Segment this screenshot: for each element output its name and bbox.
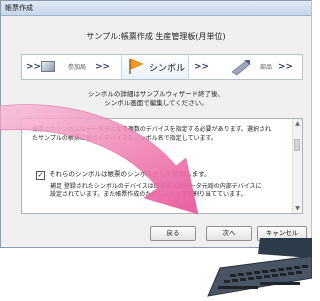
step-label-parts: 部品 bbox=[260, 64, 273, 71]
step-label-symbol: シンボル bbox=[149, 64, 186, 74]
wizard-header: サンプル:帳票作成 生産管理板(月単位) bbox=[86, 32, 226, 41]
back-button[interactable]: 戻る bbox=[150, 226, 196, 241]
title-bar: 帳票作成 bbox=[1, 1, 311, 16]
step-current-symbol: シンボル bbox=[121, 55, 189, 79]
vertical-scrollbar[interactable]: ▲ ▼ bbox=[292, 119, 302, 213]
step-indicator: >> 参加局 >> シンボル >> 部品 >> bbox=[21, 54, 303, 80]
pointer-arrow-icon bbox=[0, 104, 199, 215]
window-title: 帳票作成 bbox=[5, 4, 33, 12]
step-arrow-icon: >> bbox=[95, 62, 111, 72]
scroll-thumb[interactable] bbox=[294, 139, 300, 151]
tool-icon bbox=[231, 60, 251, 76]
monitor-icon bbox=[41, 61, 55, 72]
step-arrow-icon: >> bbox=[26, 62, 42, 72]
scroll-down-icon[interactable]: ▼ bbox=[293, 204, 302, 213]
step-arrow-icon: >> bbox=[194, 62, 210, 72]
step-arrow-icon: >> bbox=[278, 62, 294, 72]
step-label-participating-station: 参加局 bbox=[68, 64, 87, 71]
scroll-up-icon[interactable]: ▲ bbox=[293, 119, 302, 128]
computer-keyboard-icon bbox=[207, 238, 312, 297]
flag-icon bbox=[129, 58, 144, 74]
